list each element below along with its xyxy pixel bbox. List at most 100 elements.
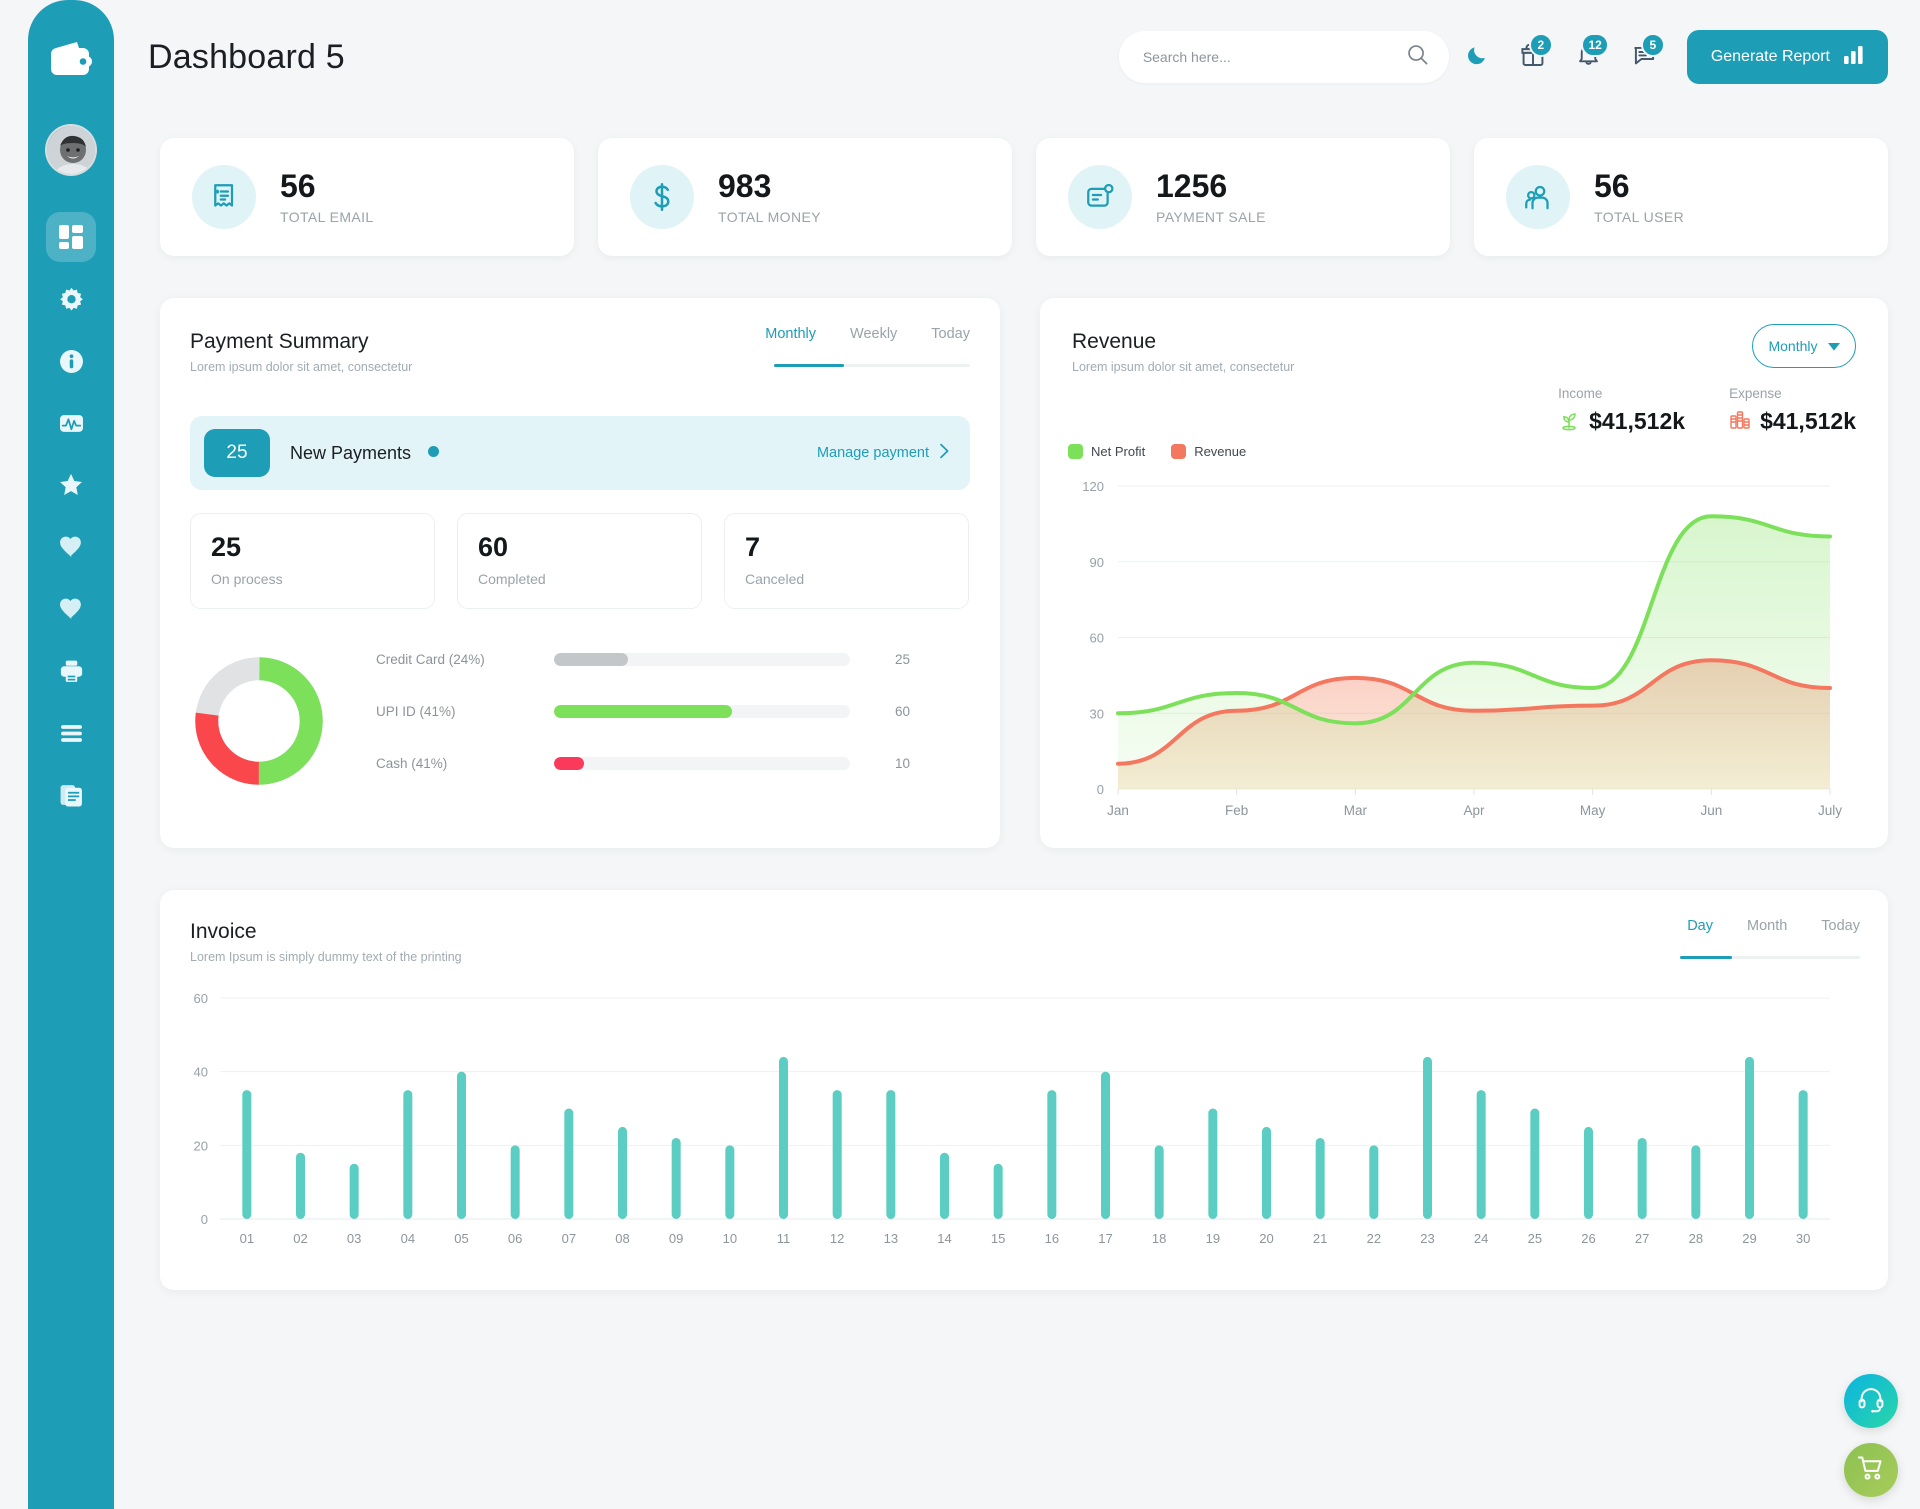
mini-stat-label: Completed bbox=[478, 571, 546, 587]
receipt-icon bbox=[192, 165, 256, 229]
stat-card-total-money[interactable]: 983 TOTAL MONEY bbox=[598, 138, 1012, 256]
tab-today[interactable]: Today bbox=[1821, 918, 1860, 946]
revenue-period-select[interactable]: Monthly bbox=[1752, 324, 1856, 368]
wallet-icon[interactable] bbox=[48, 36, 94, 82]
dark-mode-toggle[interactable] bbox=[1449, 31, 1505, 83]
svg-text:12: 12 bbox=[830, 1231, 844, 1246]
star-icon bbox=[58, 472, 84, 498]
payment-method-name: UPI ID (41%) bbox=[376, 703, 456, 719]
svg-text:01: 01 bbox=[240, 1231, 254, 1246]
sidebar-item-wishlist[interactable] bbox=[46, 584, 96, 634]
svg-text:07: 07 bbox=[562, 1231, 576, 1246]
svg-text:13: 13 bbox=[884, 1231, 898, 1246]
sidebar-item-dashboard[interactable] bbox=[46, 212, 96, 262]
invoice-tabs: Day Month Today bbox=[1687, 918, 1860, 946]
invoice-card: Invoice Lorem Ipsum is simply dummy text… bbox=[160, 890, 1888, 1290]
invoice-tabs-underline bbox=[1680, 956, 1860, 959]
svg-text:30: 30 bbox=[1796, 1231, 1810, 1246]
invoice-subtitle: Lorem Ipsum is simply dummy text of the … bbox=[190, 950, 462, 964]
payment-method-value: 25 bbox=[894, 651, 910, 667]
tab-day[interactable]: Day bbox=[1687, 918, 1713, 946]
payment-method-name: Cash (41%) bbox=[376, 755, 448, 771]
sidebar-item-analytics[interactable] bbox=[46, 398, 96, 448]
svg-text:16: 16 bbox=[1045, 1231, 1059, 1246]
sidebar bbox=[28, 0, 114, 1509]
legend-revenue: Revenue bbox=[1171, 444, 1246, 459]
legend-net-profit: Net Profit bbox=[1068, 444, 1145, 459]
sidebar-item-likes[interactable] bbox=[46, 522, 96, 572]
gifts-button[interactable]: 2 bbox=[1505, 31, 1561, 83]
cart-fab[interactable] bbox=[1844, 1443, 1898, 1497]
svg-text:02: 02 bbox=[293, 1231, 307, 1246]
svg-text:May: May bbox=[1580, 803, 1606, 818]
stat-cards: 56 TOTAL EMAIL 983 TOTAL MONEY 1256 PAYM… bbox=[160, 138, 1888, 256]
svg-text:10: 10 bbox=[723, 1231, 737, 1246]
heart-icon bbox=[59, 535, 84, 560]
new-payments-banner[interactable]: 25 New Payments Manage payment bbox=[190, 416, 970, 490]
stat-value: 56 bbox=[1594, 168, 1630, 205]
middle-row: Payment Summary Lorem ipsum dolor sit am… bbox=[160, 298, 1888, 848]
messages-button[interactable]: 5 bbox=[1617, 31, 1673, 83]
svg-text:Mar: Mar bbox=[1344, 803, 1368, 818]
tab-month[interactable]: Month bbox=[1747, 918, 1787, 946]
stat-label: PAYMENT SALE bbox=[1156, 208, 1266, 225]
gift-badge: 2 bbox=[1528, 33, 1553, 57]
manage-payment-link[interactable]: Manage payment bbox=[817, 443, 950, 463]
stat-card-payment-sale[interactable]: 1256 PAYMENT SALE bbox=[1036, 138, 1450, 256]
payment-method-track bbox=[554, 756, 850, 770]
svg-text:20: 20 bbox=[1259, 1231, 1273, 1246]
mini-stat-value: 25 bbox=[211, 532, 242, 562]
revenue-card: Revenue Lorem ipsum dolor sit amet, cons… bbox=[1040, 298, 1888, 848]
mini-stat-on-process: 25 On process bbox=[190, 513, 435, 609]
sidebar-item-lists[interactable] bbox=[46, 708, 96, 758]
shopping-cart-icon bbox=[1857, 1454, 1885, 1487]
stat-card-total-email[interactable]: 56 TOTAL EMAIL bbox=[160, 138, 574, 256]
page-title: Dashboard 5 bbox=[148, 38, 345, 76]
legend-label: Revenue bbox=[1194, 444, 1247, 459]
payment-method-value: 60 bbox=[894, 703, 910, 719]
chevron-right-icon bbox=[939, 443, 950, 463]
payment-methods-section: Credit Card (24%) 25 UPI ID (41%) 60 Cas… bbox=[190, 643, 976, 799]
tab-today[interactable]: Today bbox=[931, 326, 970, 354]
svg-text:28: 28 bbox=[1689, 1231, 1703, 1246]
svg-text:08: 08 bbox=[615, 1231, 629, 1246]
revenue-kpis: Income $41,512k Expense $41,512k bbox=[1558, 386, 1856, 436]
svg-text:25: 25 bbox=[1528, 1231, 1542, 1246]
svg-text:July: July bbox=[1818, 803, 1842, 818]
notifications-button[interactable]: 12 bbox=[1561, 31, 1617, 83]
svg-text:06: 06 bbox=[508, 1231, 522, 1246]
sidebar-item-documents[interactable] bbox=[46, 770, 96, 820]
generate-report-button[interactable]: Generate Report bbox=[1686, 30, 1888, 84]
heart-icon bbox=[59, 597, 84, 622]
search-box[interactable] bbox=[1118, 31, 1449, 83]
income-kpi: Income $41,512k bbox=[1558, 386, 1685, 436]
svg-text:23: 23 bbox=[1420, 1231, 1434, 1246]
svg-text:26: 26 bbox=[1581, 1231, 1595, 1246]
revenue-period-label: Monthly bbox=[1768, 338, 1818, 354]
sidebar-item-print[interactable] bbox=[46, 646, 96, 696]
message-badge: 5 bbox=[1640, 33, 1665, 57]
support-fab[interactable] bbox=[1844, 1374, 1898, 1428]
sidebar-item-settings[interactable] bbox=[46, 274, 96, 324]
tab-monthly[interactable]: Monthly bbox=[765, 326, 816, 354]
bar-chart-icon bbox=[1844, 45, 1864, 69]
tab-weekly[interactable]: Weekly bbox=[850, 326, 897, 354]
legend-swatch bbox=[1171, 444, 1187, 459]
user-avatar[interactable] bbox=[45, 124, 97, 176]
svg-text:60: 60 bbox=[1090, 631, 1104, 646]
payment-method-name: Credit Card (24%) bbox=[376, 651, 485, 667]
revenue-area-chart: 0 30 60 90 120 Jan Feb Mar Apr May Jun July bbox=[1082, 479, 1842, 818]
stat-label: TOTAL EMAIL bbox=[280, 208, 374, 225]
sidebar-item-favorites[interactable] bbox=[46, 460, 96, 510]
svg-text:Jan: Jan bbox=[1107, 803, 1129, 818]
search-icon[interactable] bbox=[1406, 43, 1429, 71]
moon-icon bbox=[1466, 44, 1488, 71]
money-plant-icon bbox=[1558, 406, 1580, 436]
svg-text:Apr: Apr bbox=[1463, 803, 1485, 818]
stat-card-total-user[interactable]: 56 TOTAL USER bbox=[1474, 138, 1888, 256]
sidebar-item-info[interactable] bbox=[46, 336, 96, 386]
new-payments-label-wrap: New Payments bbox=[290, 443, 440, 464]
search-input[interactable] bbox=[1142, 49, 1406, 65]
payment-mini-stats: 25 On process 60 Completed 7 Canceled bbox=[190, 513, 969, 609]
revenue-title: Revenue bbox=[1072, 330, 1157, 353]
